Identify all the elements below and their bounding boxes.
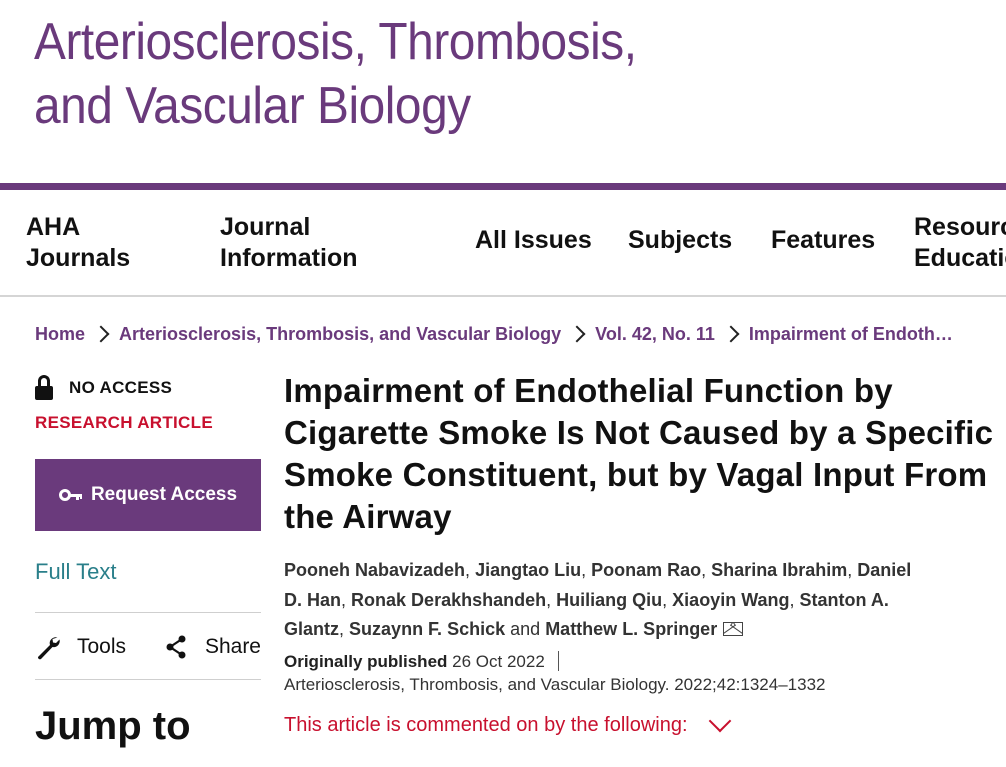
author-separator: ,: [546, 589, 552, 610]
header-divider: [0, 183, 1006, 190]
main-nav: AHA Journals Journal Information All Iss…: [0, 190, 1006, 297]
nav-item-subjects[interactable]: Subjects: [628, 225, 732, 256]
commented-on-toggle[interactable]: This article is commented on by the foll…: [284, 709, 731, 737]
author-link[interactable]: Matthew L. Springer: [545, 619, 717, 639]
nav-item-aha-journals[interactable]: AHA Journals: [26, 212, 130, 274]
breadcrumb-issue[interactable]: Vol. 42, No. 11: [595, 324, 715, 345]
commented-on-label: This article is commented on by the foll…: [284, 714, 688, 736]
nav-item-label: Journal: [220, 213, 311, 241]
author-separator: ,: [465, 560, 471, 580]
nav-item-label: Resources: [914, 213, 1006, 241]
sidebar-divider: [35, 679, 261, 680]
nav-item-label: Information: [220, 244, 358, 272]
request-access-label: Request Access: [90, 484, 238, 505]
nav-item-features[interactable]: Features: [771, 225, 875, 256]
wrench-icon: [37, 637, 60, 660]
author-separator: ,: [581, 560, 587, 580]
sidebar-divider: [35, 612, 261, 613]
author-separator: ,: [789, 589, 795, 610]
nav-item-all-issues[interactable]: All Issues: [475, 225, 592, 256]
author-link[interactable]: Xiaoyin Wang: [672, 590, 789, 610]
author-separator: ,: [339, 619, 345, 639]
chevron-right-icon: [722, 325, 740, 343]
author-link[interactable]: Sharina Ibrahim: [711, 560, 847, 580]
access-status: NO ACCESS: [35, 374, 172, 402]
tools-button[interactable]: Tools: [35, 634, 126, 660]
mail-icon[interactable]: [723, 622, 744, 636]
breadcrumb-journal[interactable]: Arteriosclerosis, Thrombosis, and Vascul…: [119, 324, 561, 345]
author-list: Pooneh Nabavizadeh, Jiangtao Liu, Poonam…: [284, 556, 924, 645]
author-separator: ,: [847, 560, 853, 580]
author-link[interactable]: Ronak Derakhshandeh: [351, 590, 546, 610]
separator: [557, 651, 560, 671]
share-button[interactable]: Share: [165, 635, 261, 659]
author-separator: ,: [341, 589, 347, 610]
journal-title-line2: and Vascular Biology: [34, 77, 471, 135]
access-label: NO ACCESS: [69, 378, 173, 397]
author-link[interactable]: Huiliang Qiu: [556, 590, 662, 610]
author-link[interactable]: Poonam Rao: [591, 560, 701, 580]
tools-share-row: Tools Share: [35, 630, 261, 664]
publication-info: Originally published 26 Oct 2022: [284, 651, 560, 672]
published-date: 26 Oct 2022: [452, 652, 545, 671]
journal-title-line1: Arteriosclerosis, Thrombosis,: [34, 13, 637, 71]
breadcrumb: Home Arteriosclerosis, Thrombosis, and V…: [35, 320, 995, 348]
article-title: Impairment of Endothelial Function by Ci…: [284, 372, 994, 535]
full-text-link[interactable]: Full Text: [35, 559, 117, 585]
chevron-down-icon: [708, 709, 731, 732]
tools-label: Tools: [77, 635, 127, 658]
journal-title[interactable]: Arteriosclerosis, Thrombosis, and Vascul…: [34, 10, 637, 138]
share-label: Share: [204, 635, 261, 658]
author-separator: ,: [662, 589, 668, 610]
share-icon: [166, 635, 186, 659]
nav-item-journal-information[interactable]: Journal Information: [220, 212, 358, 274]
article-header: Impairment of Endothelial Function by Ci…: [284, 370, 994, 736]
key-icon: [58, 489, 83, 501]
chevron-right-icon: [92, 325, 110, 343]
citation: Arteriosclerosis, Thrombosis, and Vascul…: [284, 675, 826, 694]
jump-to-heading: Jump to: [35, 704, 191, 748]
chevron-right-icon: [568, 325, 586, 343]
request-access-button[interactable]: Request Access: [35, 459, 261, 531]
article-type-label: RESEARCH ARTICLE: [35, 413, 213, 432]
nav-item-label: AHA: [26, 213, 81, 241]
nav-item-resources-education[interactable]: Resources Education: [914, 212, 1006, 274]
author-link[interactable]: Jiangtao Liu: [475, 560, 581, 580]
published-label: Originally published: [284, 652, 448, 671]
masthead: Arteriosclerosis, Thrombosis, and Vascul…: [0, 0, 1006, 183]
nav-item-label: Journals: [26, 244, 131, 272]
author-conjunction: and: [510, 619, 541, 639]
breadcrumb-home[interactable]: Home: [35, 324, 85, 345]
lock-icon: [35, 375, 53, 401]
nav-item-label: Education: [914, 244, 1006, 272]
author-link[interactable]: Pooneh Nabavizadeh: [284, 560, 465, 580]
breadcrumb-current: Impairment of Endothelial Function by Ci…: [748, 323, 954, 344]
author-separator: ,: [701, 560, 707, 580]
author-link[interactable]: Suzaynn F. Schick: [349, 619, 505, 639]
